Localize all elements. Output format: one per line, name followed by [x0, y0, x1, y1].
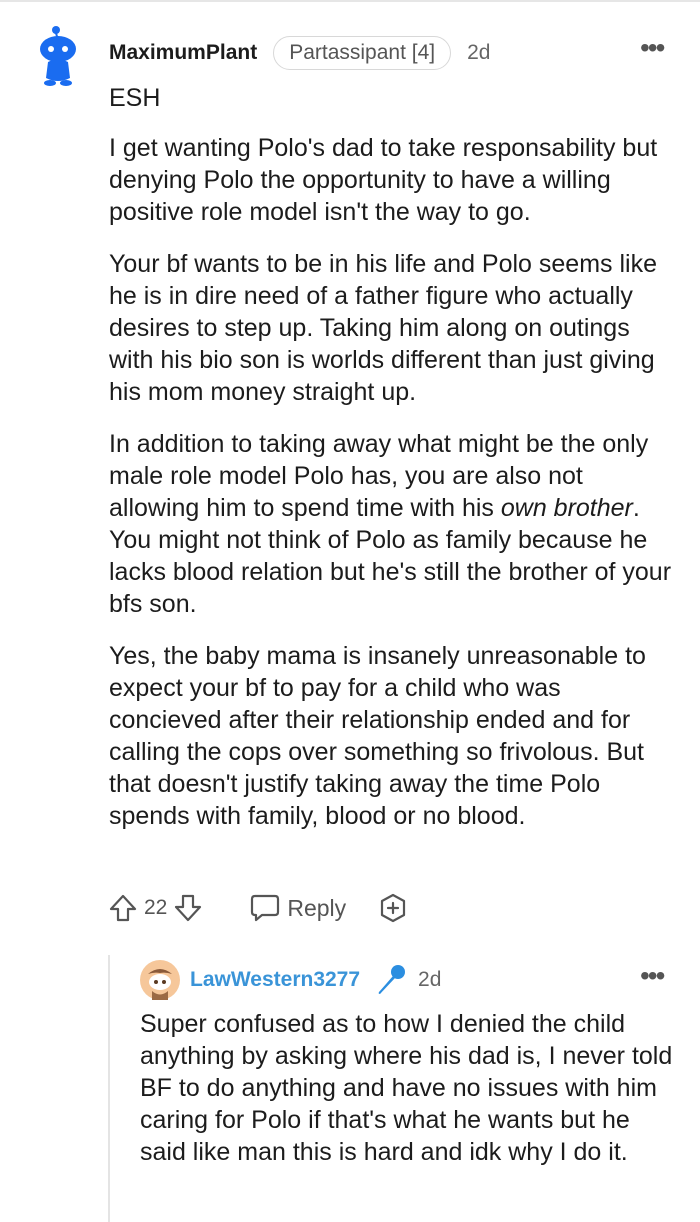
reply-timestamp: 2d	[418, 968, 442, 991]
comment-username[interactable]: MaximumPlant	[109, 41, 257, 65]
comment-body: ESH I get wanting Polo's dad to take res…	[109, 82, 679, 852]
user-flair: Partassipant [4]	[273, 36, 452, 70]
more-options-icon[interactable]: •••	[640, 34, 665, 62]
thread-line[interactable]	[108, 955, 110, 1222]
comment-paragraph: ESH	[109, 84, 161, 112]
user-avatar[interactable]	[34, 24, 84, 86]
reply-header: LawWestern3277 2d	[190, 962, 441, 998]
downvote-icon[interactable]	[171, 891, 205, 925]
comment-paragraph: Your bf wants to be in his life and Polo…	[109, 250, 657, 406]
reply-button[interactable]: Reply	[249, 893, 346, 923]
comment-paragraph: In addition to taking away what might be…	[109, 428, 679, 620]
vote-score: 22	[144, 896, 168, 919]
award-icon[interactable]	[376, 891, 410, 925]
more-options-icon[interactable]: •••	[640, 962, 665, 990]
reply-label: Reply	[287, 894, 347, 921]
snoo-avatar-icon	[140, 960, 180, 1000]
microphone-icon	[374, 963, 408, 997]
speech-bubble-icon	[251, 894, 280, 922]
upvote-icon[interactable]	[106, 891, 140, 925]
reply-user-avatar[interactable]	[140, 960, 180, 1000]
comment-timestamp: 2d	[467, 41, 491, 64]
comment-header: MaximumPlant Partassipant [4] 2d	[109, 34, 490, 72]
comment-paragraph: Yes, the baby mama is insanely unreasona…	[109, 642, 646, 830]
comment-paragraph: I get wanting Polo's dad to take respons…	[109, 134, 658, 226]
reply-body: Super confused as to how I denied the ch…	[140, 1008, 680, 1168]
emphasized-text: own brother	[500, 494, 633, 522]
reply-username[interactable]: LawWestern3277	[190, 968, 360, 992]
snoo-avatar-icon	[40, 26, 76, 86]
top-divider	[0, 0, 700, 2]
reply-text: Super confused as to how I denied the ch…	[140, 1010, 673, 1166]
comment-action-bar: 22 Reply	[106, 886, 410, 930]
